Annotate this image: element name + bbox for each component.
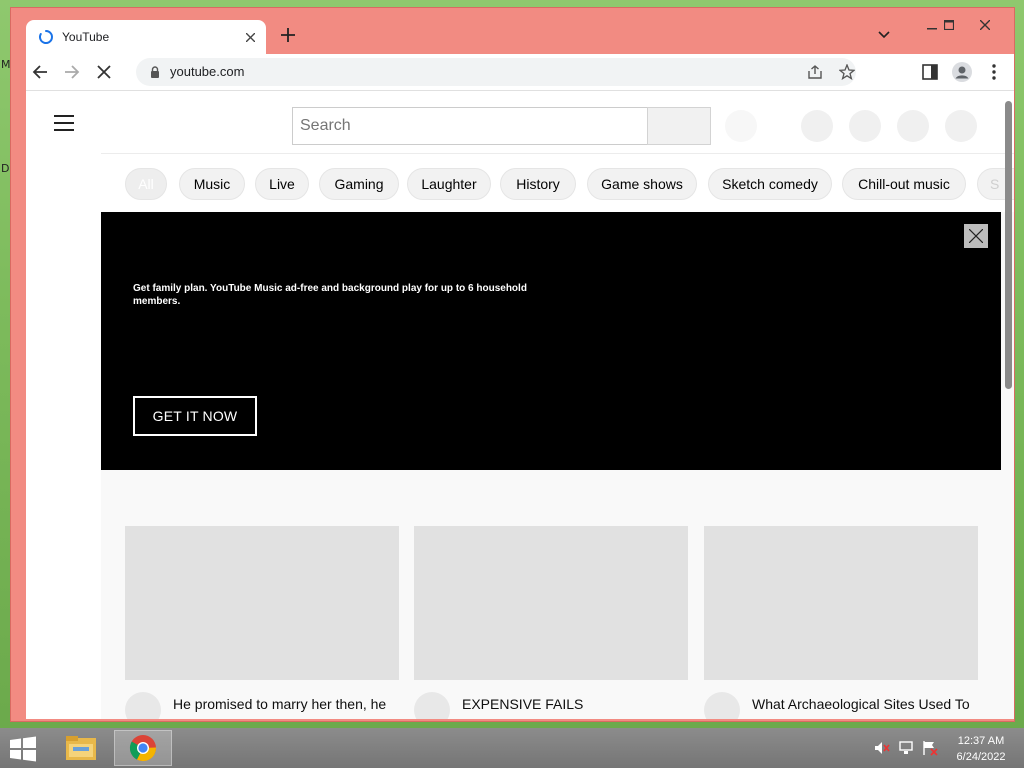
more-vertical-icon — [992, 64, 996, 80]
channel-avatar[interactable] — [414, 692, 450, 719]
video-card[interactable]: What Archaeological Sites Used To Look L… — [704, 526, 978, 719]
desktop-edge-text-mid: D — [1, 162, 10, 175]
url-text: youtube.com — [170, 64, 245, 79]
close-icon — [980, 20, 990, 30]
chrome-icon — [129, 735, 157, 762]
folder-icon — [66, 736, 96, 760]
guide-sidebar — [26, 153, 101, 719]
tab-close-button[interactable] — [240, 27, 260, 47]
channel-avatar[interactable] — [704, 692, 740, 719]
close-icon — [97, 65, 111, 79]
chip-history[interactable]: History — [500, 168, 576, 200]
bookmark-star-icon[interactable] — [836, 62, 858, 82]
chip-game-shows[interactable]: Game shows — [587, 168, 697, 200]
stop-loading-button[interactable] — [90, 58, 118, 86]
side-panel-button[interactable] — [916, 58, 944, 86]
header-icon-placeholder-3[interactable] — [897, 110, 929, 142]
video-card[interactable]: He promised to marry her then, he had th… — [125, 526, 399, 719]
tab-youtube[interactable]: YouTube — [26, 20, 266, 54]
side-panel-icon — [922, 64, 938, 80]
clock-time: 12:37 AM — [957, 735, 1005, 747]
taskbar: 12:37 AM 6/24/2022 — [0, 728, 1024, 768]
video-title[interactable]: He promised to marry her then, he had th… — [173, 694, 395, 719]
volume-muted-icon[interactable] — [874, 740, 890, 756]
video-thumbnail[interactable] — [414, 526, 688, 680]
header-icon-placeholder-2[interactable] — [849, 110, 881, 142]
chip-chill-out-music[interactable]: Chill-out music — [842, 168, 966, 200]
chevron-down-icon — [878, 31, 890, 39]
tab-title: YouTube — [62, 30, 110, 44]
search-button[interactable] — [647, 107, 711, 145]
plus-icon — [281, 28, 295, 42]
taskbar-file-explorer[interactable] — [52, 730, 110, 766]
search-input[interactable]: Search — [292, 107, 647, 145]
header-icon-placeholder-4[interactable] — [945, 110, 977, 142]
promo-close-button[interactable] — [964, 224, 988, 248]
channel-avatar[interactable] — [125, 692, 161, 719]
chip-laughter[interactable]: Laughter — [407, 168, 491, 200]
browser-menu-button[interactable] — [980, 58, 1008, 86]
close-window-button[interactable] — [968, 14, 1002, 36]
arrow-right-icon — [65, 65, 80, 79]
get-it-now-button[interactable]: GET IT NOW — [133, 396, 257, 436]
tab-search-button[interactable] — [873, 24, 895, 46]
video-thumbnail[interactable] — [125, 526, 399, 680]
chip-live[interactable]: Live — [255, 168, 309, 200]
menu-icon[interactable] — [54, 115, 74, 131]
taskbar-chrome[interactable] — [114, 730, 172, 766]
video-title[interactable]: What Archaeological Sites Used To Look L… — [752, 694, 974, 719]
header-icon-placeholder-1[interactable] — [801, 110, 833, 142]
new-tab-button[interactable] — [277, 24, 299, 46]
back-button[interactable] — [26, 58, 54, 86]
arrow-left-icon — [32, 65, 47, 79]
close-icon — [245, 32, 255, 42]
promo-text: Get family plan. YouTube Music ad-free a… — [133, 283, 527, 307]
video-card[interactable]: EXPENSIVE FAILS — [414, 526, 688, 719]
start-button[interactable] — [8, 736, 38, 762]
chip-all[interactable]: All — [125, 168, 167, 200]
chip-bar: All Music Live Gaming Laughter History G… — [101, 153, 1014, 212]
promo-banner: Get family plan. YouTube Music ad-free a… — [101, 212, 1001, 470]
maximize-icon — [944, 20, 954, 30]
share-icon[interactable] — [804, 62, 826, 82]
clock-date: 6/24/2022 — [956, 751, 1006, 763]
windows-logo-icon — [10, 736, 36, 762]
network-icon[interactable] — [898, 740, 914, 756]
action-center-flag-icon[interactable] — [922, 740, 938, 756]
lock-icon — [151, 66, 159, 78]
youtube-header: Search — [26, 91, 1014, 153]
chip-sketch-comedy[interactable]: Sketch comedy — [708, 168, 832, 200]
browser-toolbar: youtube.com — [26, 54, 1014, 91]
desktop-edge-text-top: M — [1, 58, 11, 71]
chip-gaming[interactable]: Gaming — [319, 168, 399, 200]
chip-music[interactable]: Music — [179, 168, 245, 200]
close-icon — [969, 229, 983, 243]
voice-search-placeholder[interactable] — [725, 110, 757, 142]
video-title[interactable]: EXPENSIVE FAILS — [462, 694, 684, 714]
profile-button[interactable] — [948, 58, 976, 86]
maximize-button[interactable] — [932, 14, 966, 36]
page-scrollbar[interactable] — [1005, 101, 1012, 389]
loading-spinner-icon — [39, 30, 53, 44]
address-bar[interactable]: youtube.com — [136, 58, 856, 86]
system-clock[interactable]: 12:37 AM 6/24/2022 — [948, 733, 1014, 765]
forward-button[interactable] — [58, 58, 86, 86]
avatar-icon — [952, 62, 972, 82]
youtube-page: Search All Music Live Gaming Laughter Hi… — [26, 91, 1014, 719]
video-thumbnail[interactable] — [704, 526, 978, 680]
browser-window: YouTube youtube.com Search All Music Liv… — [11, 8, 1014, 721]
